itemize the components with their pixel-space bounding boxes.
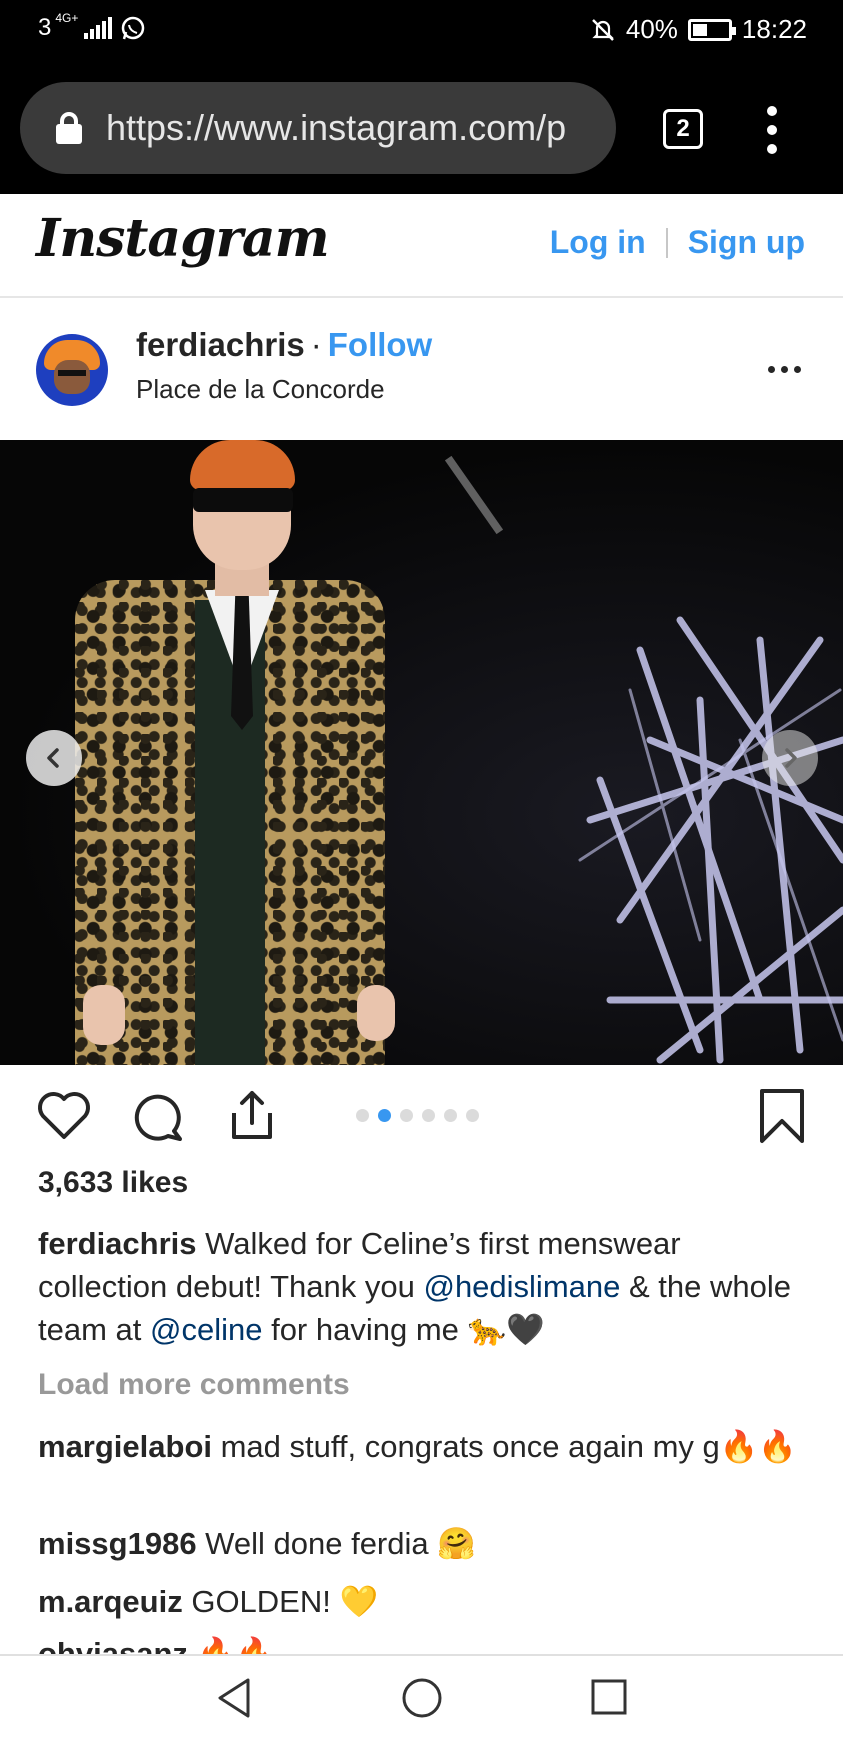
post-caption: ferdiachris Walked for Celine’s first me… [38,1222,818,1351]
comment-icon[interactable] [130,1091,184,1143]
model-figure [75,440,405,1065]
comment-username[interactable]: margielaboi [38,1429,212,1464]
chevron-right-icon [785,748,797,768]
comment-text: 🔥🔥 [187,1636,274,1656]
divider [665,227,668,258]
comment-username[interactable]: missg1986 [38,1526,197,1561]
more-options-icon[interactable] [768,366,801,373]
chevron-left-icon [47,748,59,768]
carousel-dot [378,1109,391,1122]
caption-text: for having me 🐆🖤 [262,1312,545,1347]
post-actions [0,1065,843,1165]
battery-percent: 40% [625,14,678,44]
whatsapp-icon [122,16,145,40]
lock-icon [56,112,82,144]
comment-username[interactable]: m.arqeuiz [38,1584,183,1619]
signal-icon [84,17,113,39]
auth-links: Log in Sign up [550,224,805,261]
comment-item: missg1986 Well done ferdia 🤗 [38,1522,818,1566]
url-text[interactable]: https://www.instagram.com/p [106,107,596,149]
clock: 18:22 [741,14,807,44]
signup-link[interactable]: Sign up [688,224,805,261]
comment-item: ohviasanz 🔥🔥 [38,1632,818,1656]
carousel-indicator [356,1109,479,1122]
instagram-logo[interactable]: Instagram [36,208,330,269]
avatar[interactable] [36,334,108,406]
url-bar[interactable]: https://www.instagram.com/p [20,82,616,174]
tabs-button[interactable]: 2 [663,109,703,149]
comment-text: Well done ferdia 🤗 [196,1526,476,1561]
battery-icon [687,18,736,41]
login-link[interactable]: Log in [550,224,646,261]
instagram-header: Instagram Log in Sign up [0,194,843,298]
home-icon[interactable] [400,1676,444,1720]
carousel-dot [422,1109,435,1122]
network-label: 3 [38,14,52,41]
post-header: ferdiachris · Follow Place de la Concorde [0,300,843,440]
follow-button[interactable]: Follow [328,326,432,363]
separator-dot: · [310,326,322,363]
carousel-dot [356,1109,369,1122]
next-photo-button[interactable] [762,730,818,786]
comment-text: mad stuff, congrats once again my g🔥🔥 [212,1429,797,1464]
comment-item: m.arqeuiz GOLDEN! 💛 [38,1580,818,1624]
browser-menu-icon[interactable] [765,106,779,154]
load-more-comments-link[interactable]: Load more comments [38,1368,350,1402]
mute-icon [591,18,614,41]
system-nav-bar [0,1654,843,1748]
caption-username[interactable]: ferdiachris [38,1226,197,1261]
likes-count[interactable]: 3,633 likes [38,1166,188,1200]
comment-item: margielaboi mad stuff, congrats once aga… [38,1425,818,1469]
status-bar: 3 4G+ 40% 18:22 [0,0,843,64]
status-right: 40% 18:22 [590,14,807,45]
carousel-dot [400,1109,413,1122]
recents-icon[interactable] [590,1678,628,1716]
network-type: 4G+ [55,11,79,25]
mention-link[interactable]: @celine [150,1312,262,1347]
post-photo[interactable] [0,440,843,1065]
location-link[interactable]: Place de la Concorde [136,374,385,405]
username-link[interactable]: ferdiachris [136,326,305,363]
post-user-line: ferdiachris · Follow [136,326,432,364]
back-icon[interactable] [214,1676,254,1720]
browser-toolbar: https://www.instagram.com/p 2 [0,64,843,194]
comment-text: GOLDEN! 💛 [182,1584,379,1619]
bookmark-icon[interactable] [758,1087,806,1145]
status-left: 3 4G+ [38,11,146,42]
comment-username[interactable]: ohviasanz [38,1636,188,1656]
mention-link[interactable]: @hedislimane [423,1269,620,1304]
carousel-dot [444,1109,457,1122]
carousel-dot [466,1109,479,1122]
heart-icon[interactable] [36,1091,92,1141]
share-icon[interactable] [224,1087,280,1143]
prev-photo-button[interactable] [26,730,82,786]
